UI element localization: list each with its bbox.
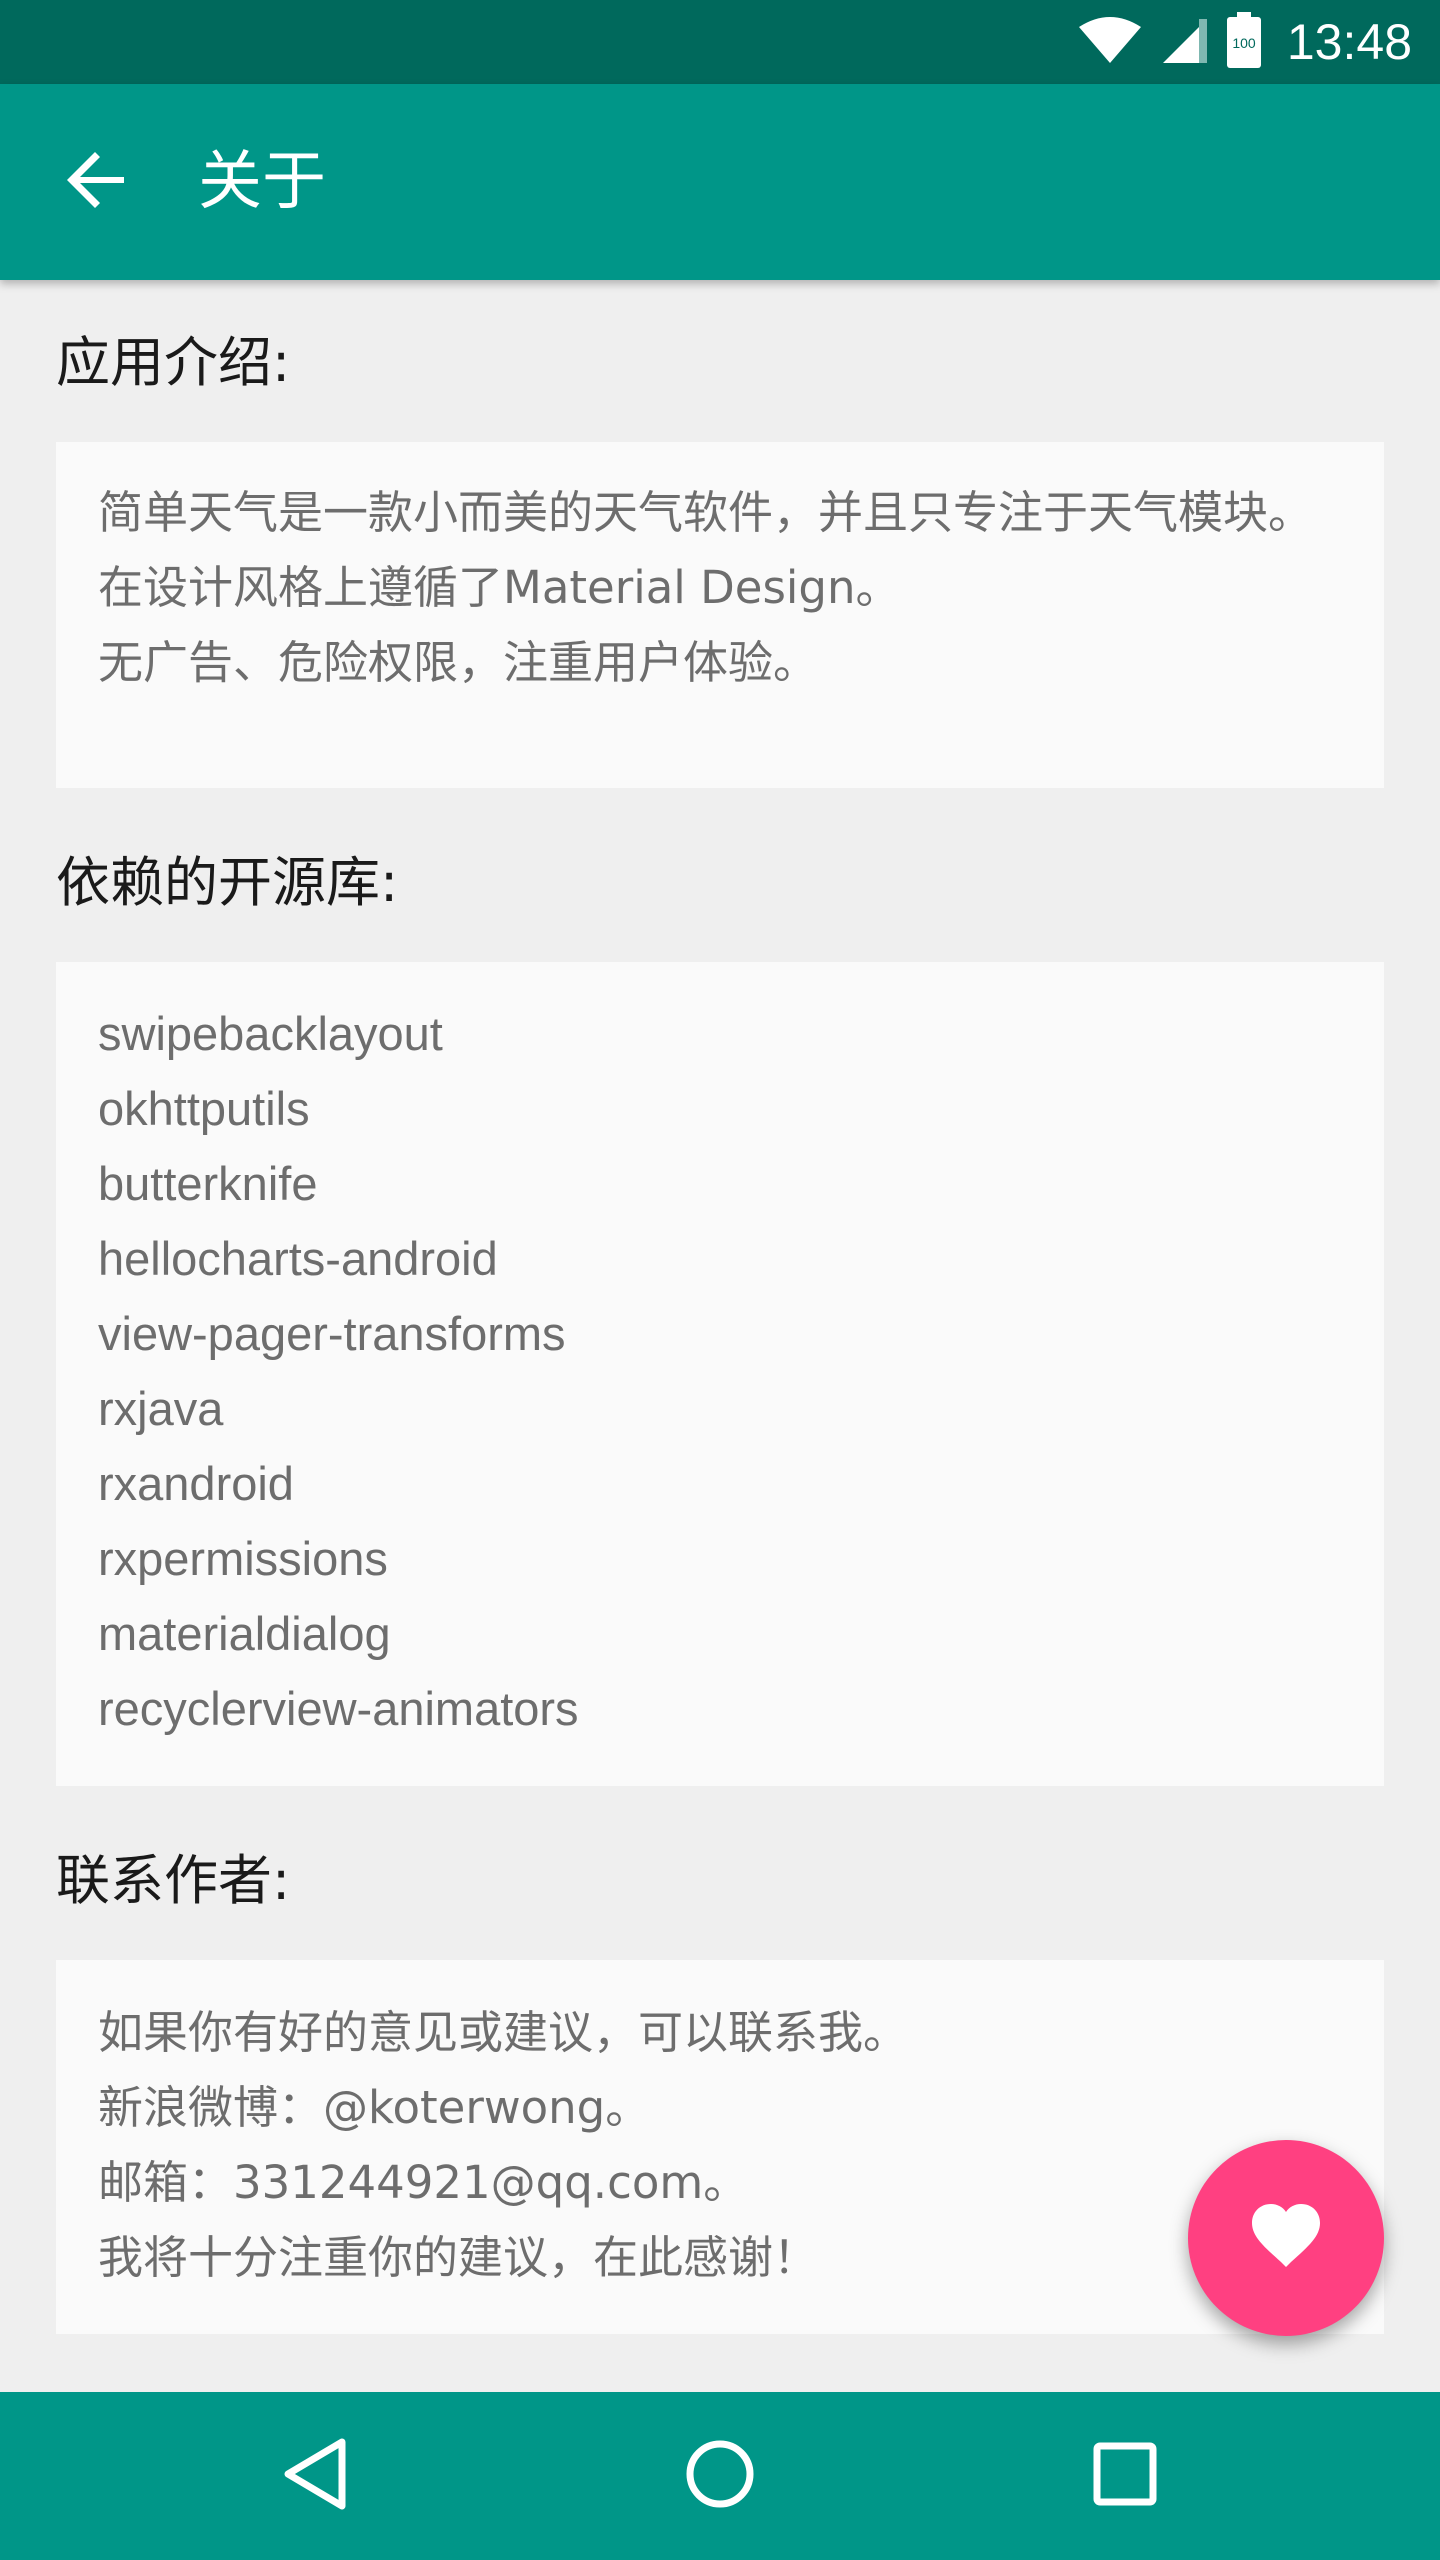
navigation-bar bbox=[0, 2392, 1440, 2560]
library-item: materialdialog bbox=[98, 1607, 391, 1660]
contact-line: 邮箱：331244921@qq.com。 bbox=[98, 2156, 749, 2209]
libraries-section-title: 依赖的开源库: bbox=[56, 851, 399, 914]
nav-back-icon bbox=[280, 2436, 350, 2516]
nav-home-button[interactable] bbox=[660, 2416, 780, 2536]
page-title: 关于 bbox=[198, 145, 326, 219]
library-item: swipebacklayout bbox=[98, 1007, 443, 1060]
contact-line: 新浪微博：@koterwong。 bbox=[98, 2081, 651, 2134]
library-item: rxpermissions bbox=[98, 1532, 388, 1585]
intro-section-title: 应用介绍: bbox=[56, 331, 291, 394]
status-icons: 100 13:48 bbox=[1077, 0, 1412, 84]
contact-line: 如果你有好的意见或建议，可以联系我。 bbox=[98, 2006, 909, 2059]
status-bar: 100 13:48 bbox=[0, 0, 1440, 84]
battery-icon: 100 bbox=[1226, 12, 1261, 72]
intro-line: 简单天气是一款小而美的天气软件，并且只专注于天气模块。 bbox=[98, 486, 1314, 539]
intro-card: 简单天气是一款小而美的天气软件，并且只专注于天气模块。 在设计风格上遵循了Mat… bbox=[56, 442, 1384, 788]
library-item: hellocharts-android bbox=[98, 1232, 498, 1285]
intro-line: 无广告、危险权限，注重用户体验。 bbox=[98, 636, 819, 689]
nav-recents-icon bbox=[1093, 2442, 1157, 2510]
battery-level-text: 100 bbox=[1232, 35, 1256, 51]
library-item: rxjava bbox=[98, 1382, 224, 1435]
library-item: rxandroid bbox=[98, 1457, 294, 1510]
back-button[interactable] bbox=[56, 140, 140, 224]
intro-line: 在设计风格上遵循了Material Design。 bbox=[98, 561, 901, 614]
library-item: butterknife bbox=[98, 1157, 318, 1210]
arrow-back-icon bbox=[66, 148, 130, 216]
library-item: okhttputils bbox=[98, 1082, 310, 1135]
status-time: 13:48 bbox=[1286, 14, 1412, 70]
library-item: view-pager-transforms bbox=[98, 1307, 566, 1360]
nav-recents-button[interactable] bbox=[1065, 2416, 1185, 2536]
contact-section-title: 联系作者: bbox=[56, 1849, 291, 1912]
favorite-fab-button[interactable] bbox=[1188, 2140, 1384, 2336]
heart-icon bbox=[1250, 2203, 1322, 2273]
cell-signal-icon bbox=[1161, 15, 1209, 69]
library-item: recyclerview-animators bbox=[98, 1682, 579, 1735]
libraries-card: swipebacklayout okhttputils butterknife … bbox=[56, 962, 1384, 1786]
contact-card: 如果你有好的意见或建议，可以联系我。 新浪微博：@koterwong。 邮箱：3… bbox=[56, 1960, 1384, 2334]
wifi-icon bbox=[1077, 15, 1143, 69]
toolbar: 关于 bbox=[0, 84, 1440, 280]
nav-back-button[interactable] bbox=[255, 2416, 375, 2536]
nav-home-icon bbox=[685, 2439, 755, 2513]
